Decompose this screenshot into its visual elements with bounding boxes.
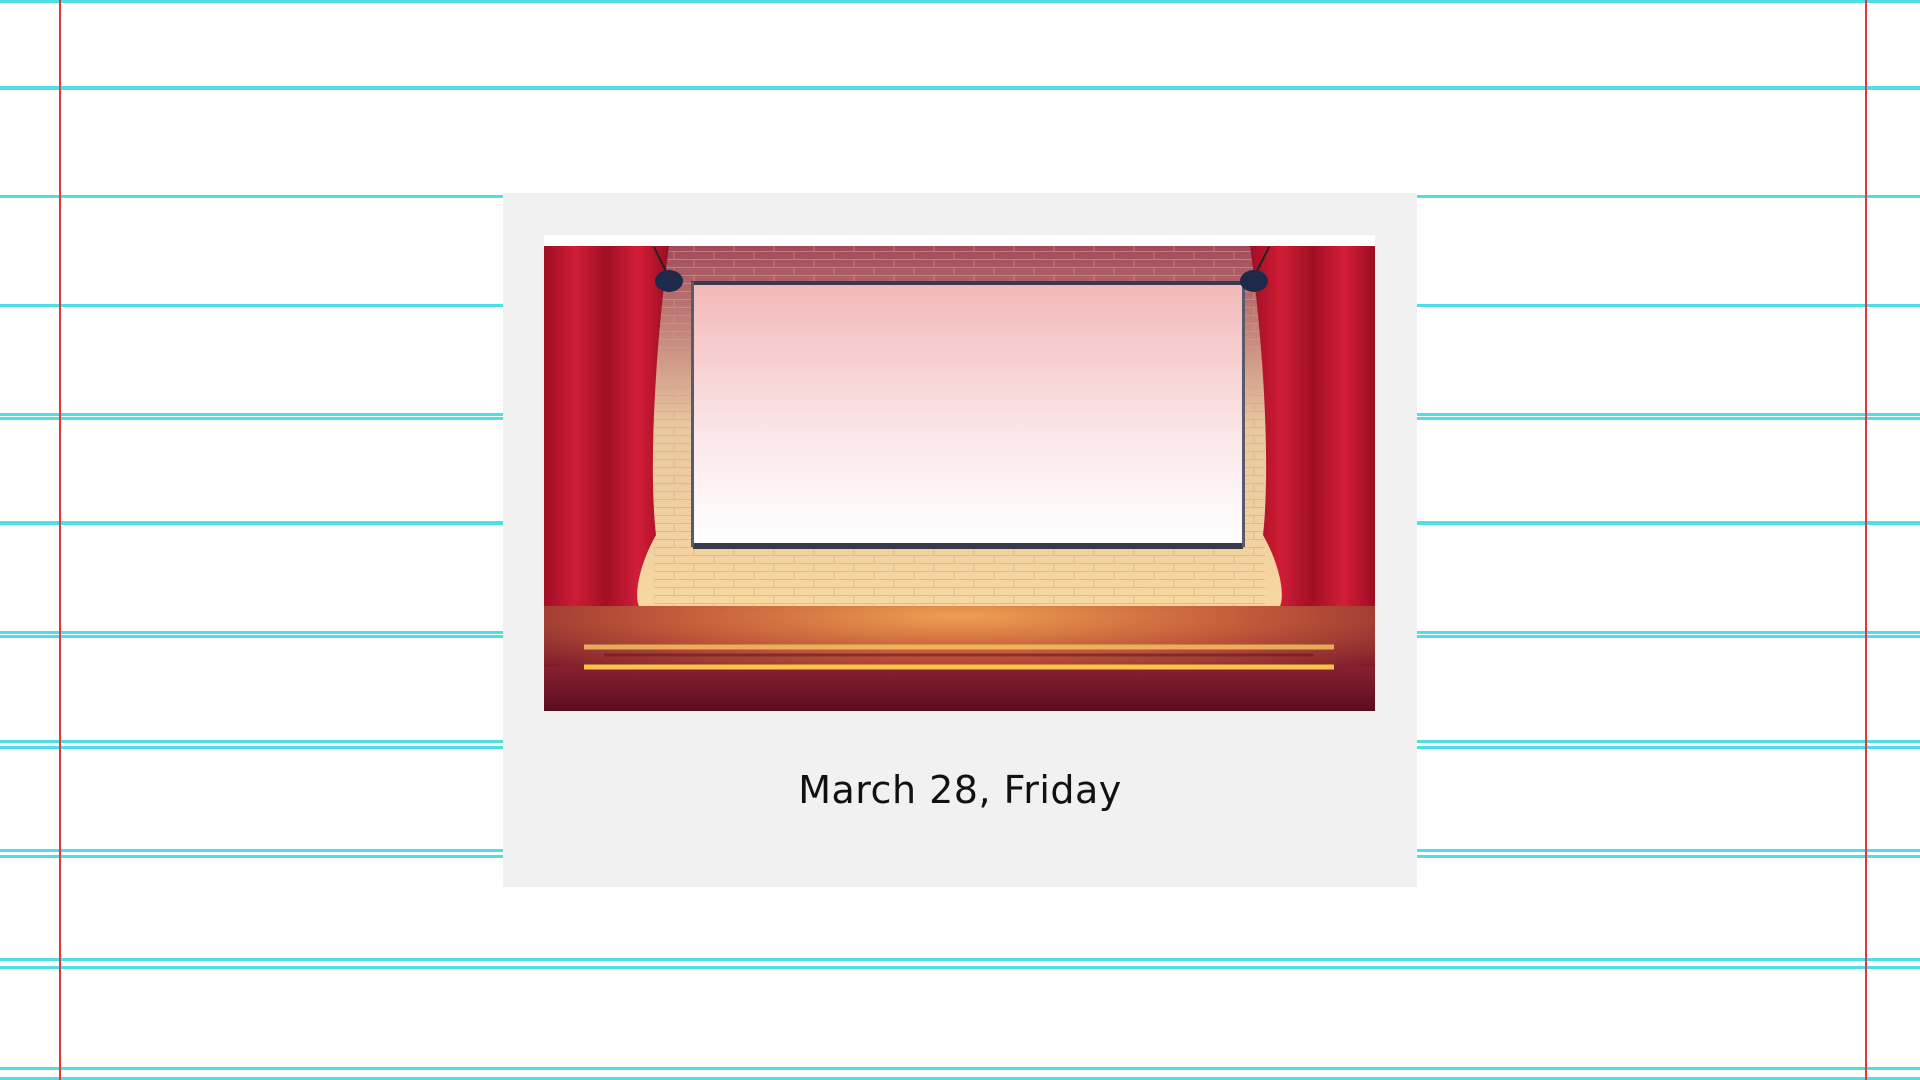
- right-margin-line: [1865, 0, 1867, 1080]
- ruled-line: [0, 87, 1920, 90]
- ruled-line: [0, 0, 1920, 3]
- left-margin-line: [59, 0, 61, 1080]
- stage-image: [544, 235, 1375, 711]
- ruled-line: [0, 966, 1920, 969]
- lined-paper-slide: March 28, Friday: [0, 0, 1920, 1080]
- photo-card: March 28, Friday: [503, 193, 1417, 887]
- photo-caption-date: March 28, Friday: [798, 768, 1122, 812]
